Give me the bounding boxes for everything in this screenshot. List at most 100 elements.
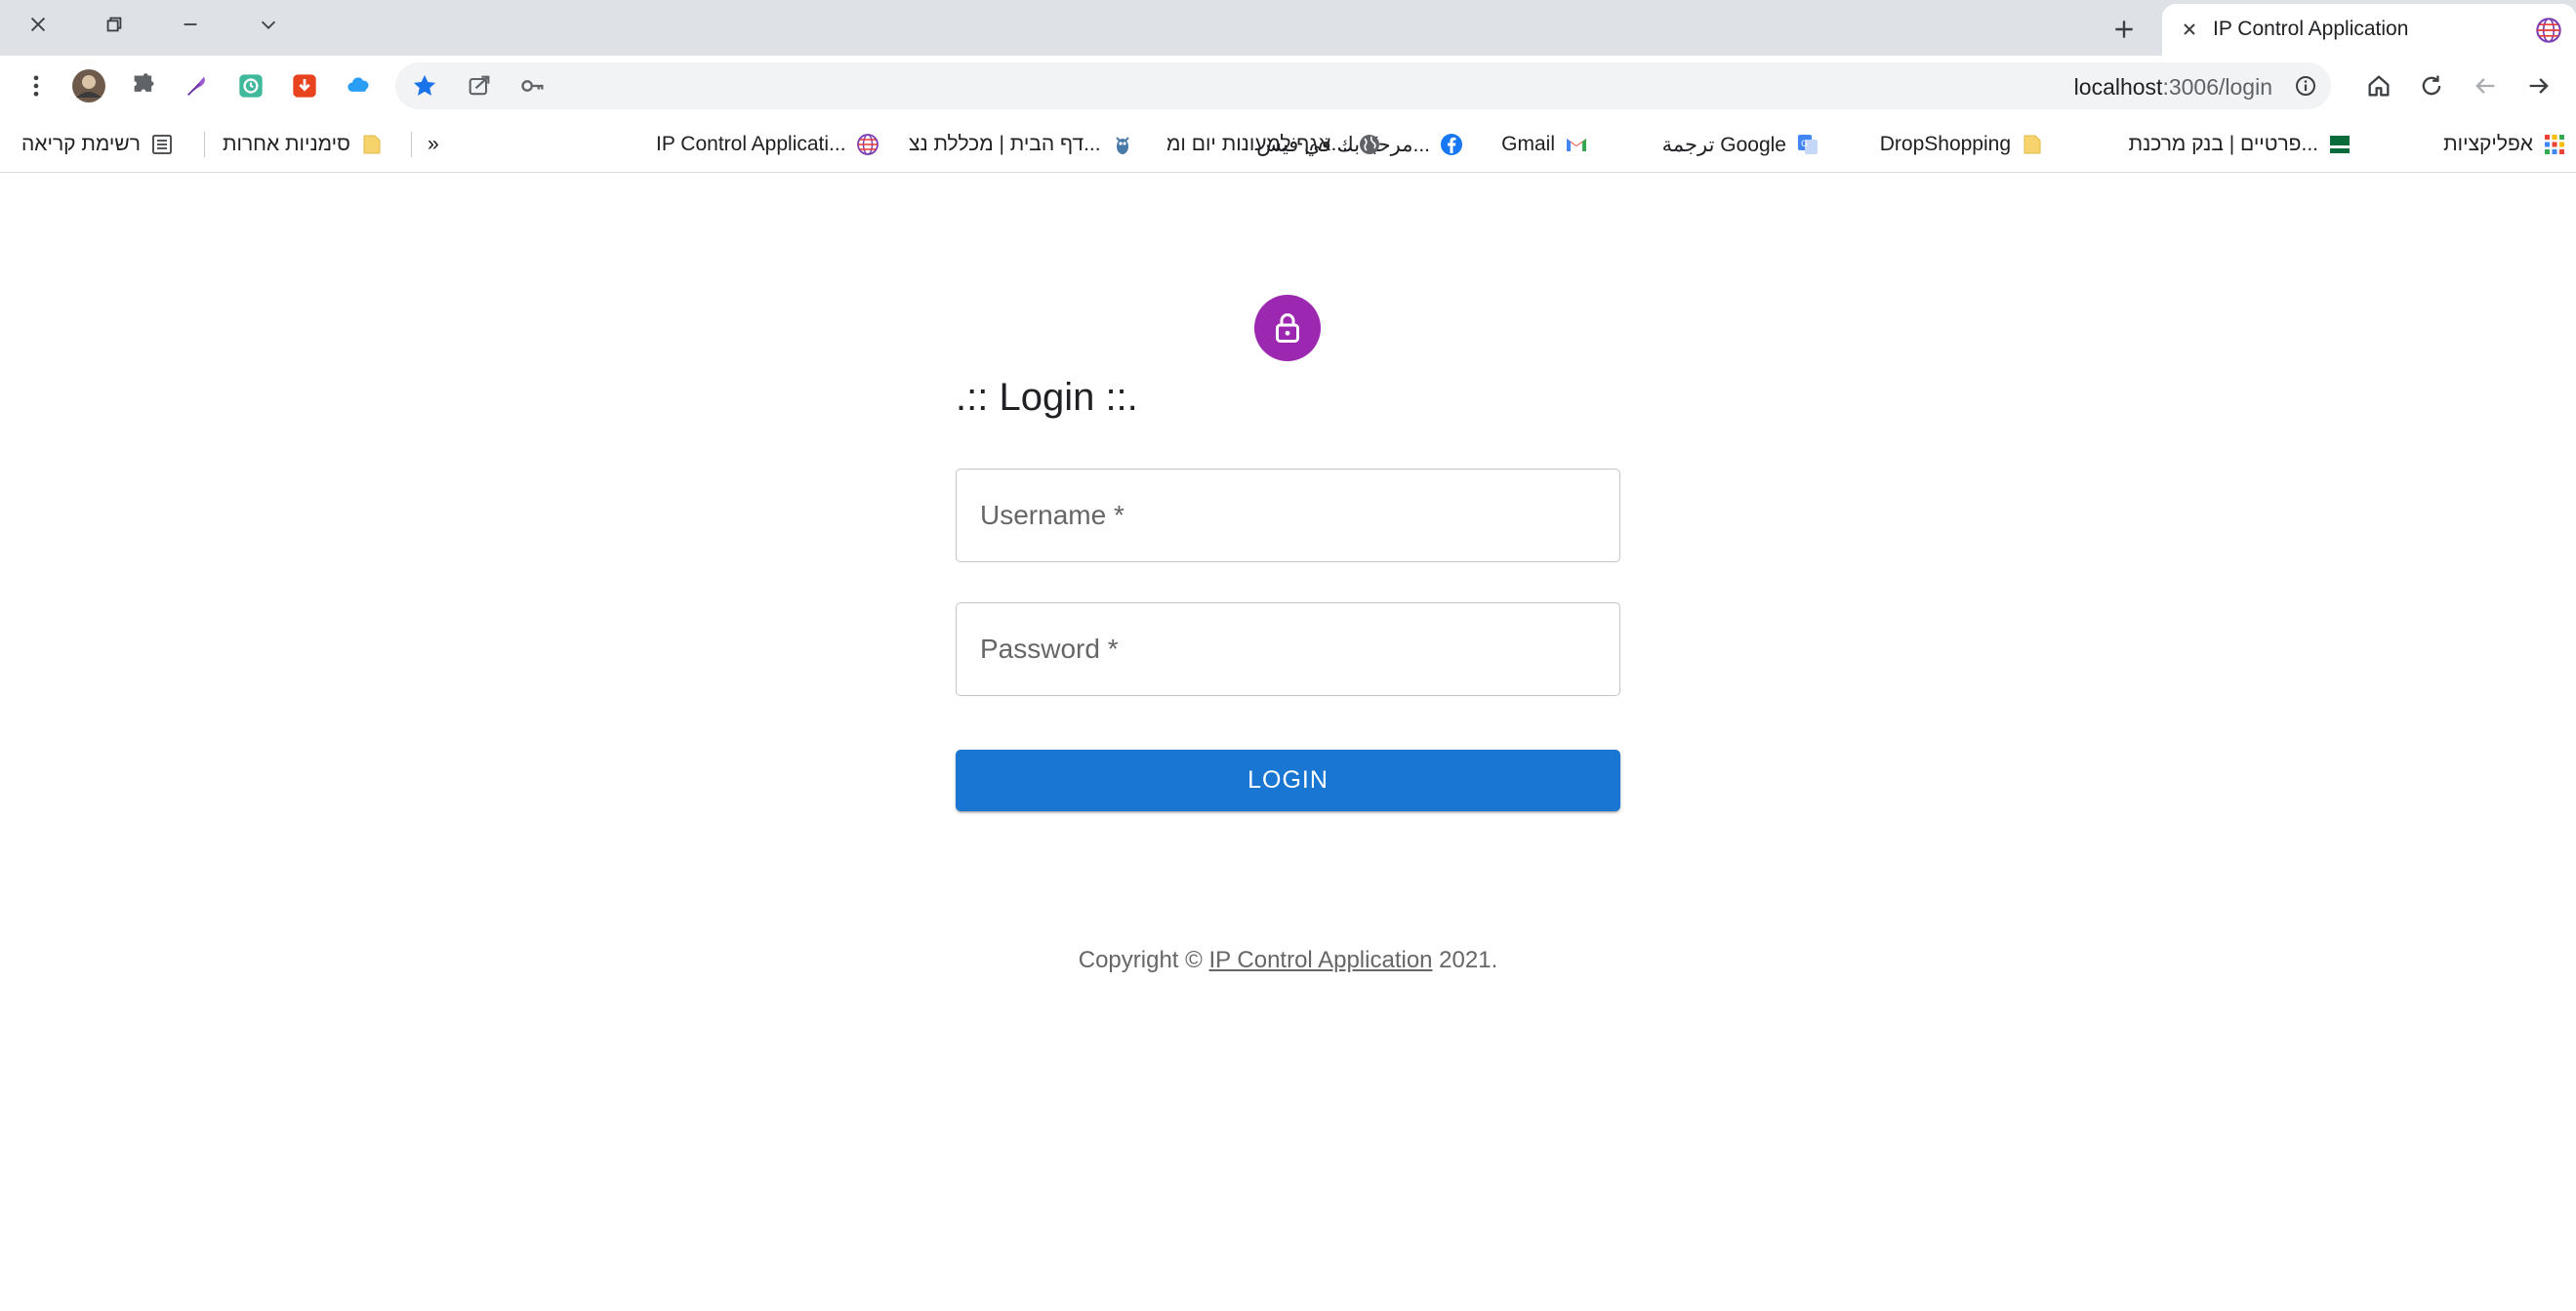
bookmark-ip-control[interactable]: IP Control Applicati...: [656, 130, 879, 159]
bookmark-label: פרטיים | בנק מרכנת...: [2128, 133, 2318, 155]
download-extension-button[interactable]: [287, 68, 322, 103]
copyright-footer: Copyright © IP Control Application 2021.: [0, 947, 2576, 974]
window-close-button[interactable]: [4, 4, 72, 45]
chevron-down-icon: [261, 20, 276, 29]
home-button[interactable]: [2361, 68, 2396, 103]
url-host: localhost: [2073, 74, 2163, 100]
bookmark-label: ترجمة Google: [1661, 133, 1786, 156]
window-minimize-button[interactable]: [156, 4, 225, 45]
share-icon: [469, 75, 490, 96]
bookmark-star-button[interactable]: [407, 68, 442, 103]
cloud-extension-button[interactable]: [342, 68, 377, 103]
extensions-icon: [134, 73, 154, 92]
lock-avatar: [1254, 295, 1321, 361]
plus-icon: [2115, 20, 2133, 38]
globe-favicon-icon: [856, 134, 879, 155]
bookmark-college[interactable]: דף הבית | מכללת נצ...: [909, 130, 1134, 159]
bookmark-label: רשימת קריאה: [21, 133, 141, 155]
owl-logo-icon: [1115, 137, 1129, 154]
password-key-button[interactable]: [515, 68, 551, 103]
folder-icon: [363, 135, 381, 154]
bookmark-label: Gmail: [1501, 133, 1555, 155]
bookmarks-divider: [204, 132, 205, 157]
download-icon: [293, 74, 316, 98]
new-tab-button[interactable]: [2105, 10, 2144, 49]
home-icon: [2368, 75, 2390, 97]
globe-icon: [1359, 135, 1379, 154]
bank-logo-icon: [2330, 136, 2350, 153]
page-title: .:: Login ::.: [956, 376, 1138, 419]
google-translate-icon: G: [1798, 135, 1818, 154]
key-icon: [521, 80, 544, 92]
bookmark-apps[interactable]: אפליקציות: [2443, 130, 2566, 159]
back-button[interactable]: [2468, 68, 2503, 103]
bookmark-label: סימניות אחרות: [223, 133, 350, 155]
url-text: localhost:3006/login: [2074, 74, 2272, 101]
minimize-icon: [184, 23, 197, 25]
window-restore-button[interactable]: [80, 4, 148, 45]
apps-grid-icon: [2545, 135, 2564, 154]
bookmark-dropshopping[interactable]: DropShopping: [1880, 130, 2044, 159]
reading-list-button[interactable]: רשימת קריאה: [21, 130, 174, 159]
folder-icon: [2024, 135, 2041, 154]
bookmark-label: אגף למעונות יום ומ...: [1166, 133, 1348, 155]
reading-list-icon: [152, 135, 172, 154]
tab-title: IP Control Application: [2213, 18, 2409, 40]
bookmark-label: IP Control Applicati...: [656, 133, 846, 155]
reload-icon: [2422, 75, 2441, 96]
gmail-icon: [1567, 139, 1586, 151]
password-input[interactable]: [957, 603, 1619, 695]
site-info-button[interactable]: [2288, 68, 2323, 103]
close-icon: [2184, 23, 2195, 35]
svg-text:G: G: [1801, 140, 1808, 149]
tab-close-button[interactable]: [2176, 16, 2203, 43]
timer-extension-icon: [239, 74, 263, 98]
share-button[interactable]: [462, 68, 497, 103]
cloud-icon: [348, 77, 369, 92]
password-field[interactable]: [956, 602, 1620, 696]
reload-button[interactable]: [2414, 68, 2449, 103]
forward-button[interactable]: [2521, 68, 2556, 103]
url-path: :3006/login: [2162, 74, 2272, 100]
bookmark-label: DropShopping: [1879, 133, 2011, 155]
info-icon: [2296, 76, 2315, 96]
profile-avatar-icon: [72, 69, 105, 102]
tab-strip: IP Control Application: [0, 0, 2576, 56]
username-field[interactable]: [956, 469, 1620, 562]
address-bar[interactable]: localhost:3006/login: [395, 62, 2331, 109]
menu-button[interactable]: [19, 68, 54, 103]
bookmarks-bar: אפליקציות פרטיים | בנק מרכנת... DropShop…: [0, 116, 2576, 173]
facebook-icon: [1441, 134, 1462, 155]
browser-toolbar: localhost:3006/login: [0, 56, 2576, 116]
arrow-left-icon: [2475, 78, 2495, 94]
star-icon: [413, 74, 436, 96]
active-tab[interactable]: IP Control Application: [2162, 4, 2576, 56]
bookmarks-divider: [411, 132, 412, 157]
kebab-menu-icon: [33, 75, 39, 97]
restore-icon: [106, 17, 122, 32]
bookmark-other[interactable]: סימניות אחרות: [223, 130, 384, 159]
green-extension-button[interactable]: [233, 68, 268, 103]
lock-icon: [1276, 313, 1299, 343]
overflow-chevron-icon: »: [428, 133, 439, 155]
copyright-link[interactable]: IP Control Application: [1208, 947, 1432, 973]
tab-search-button[interactable]: [234, 4, 303, 45]
arrow-right-icon: [2529, 78, 2549, 94]
bookmark-label: דף הבית | מכללת נצ...: [909, 133, 1101, 155]
feather-icon: [187, 76, 205, 96]
login-button[interactable]: LOGIN: [956, 750, 1620, 811]
profile-avatar-button[interactable]: [71, 68, 106, 103]
extensions-button[interactable]: [126, 68, 161, 103]
bookmark-gmail[interactable]: Gmail: [1501, 130, 1588, 159]
bookmark-bank[interactable]: פרטיים | בנק מרכנת...: [2129, 130, 2351, 159]
feather-extension-button[interactable]: [180, 68, 215, 103]
globe-favicon-icon: [2536, 18, 2561, 43]
username-input[interactable]: [957, 470, 1619, 561]
bookmark-google-translate[interactable]: G ترجمة Google: [1662, 130, 1820, 159]
copyright-prefix: Copyright ©: [1078, 947, 1209, 973]
copyright-suffix: 2021.: [1432, 947, 1498, 973]
close-icon: [30, 17, 46, 32]
bookmarks-overflow-button[interactable]: »: [428, 130, 439, 159]
bookmark-label: אפליקציות: [2443, 133, 2533, 155]
bookmark-daycare[interactable]: אגף למעונות יום ומ...: [1166, 130, 1381, 159]
